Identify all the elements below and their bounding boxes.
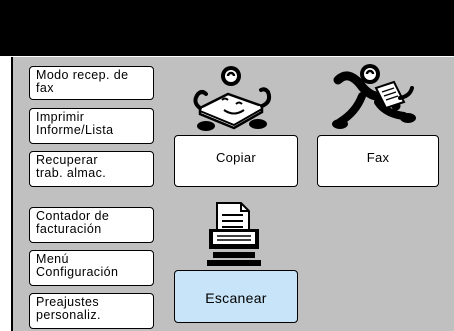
scanner-computer-icon	[207, 202, 261, 266]
fax-button[interactable]: Fax	[317, 135, 439, 187]
scan-button[interactable]: Escanear	[174, 270, 298, 323]
copier-character-icon	[193, 66, 272, 131]
side-item-billing-meter[interactable]: Contador de facturación	[29, 207, 154, 243]
message-bar	[0, 0, 454, 56]
side-item-print-report[interactable]: Imprimir Informe/Lista	[29, 108, 154, 144]
copy-button[interactable]: Copiar	[174, 135, 298, 187]
side-item-setup-menu[interactable]: Menú Configuración	[29, 250, 154, 286]
side-item-custom-presets[interactable]: Preajustes personaliz.	[29, 293, 154, 329]
side-item-fax-receive-mode[interactable]: Modo recep. de fax	[29, 66, 154, 100]
side-item-retrieve-stored-job[interactable]: Recuperar trab. almac.	[29, 151, 154, 187]
running-fax-character-icon	[332, 64, 416, 129]
touch-screen: Modo recep. de fax Imprimir Informe/List…	[0, 0, 454, 331]
